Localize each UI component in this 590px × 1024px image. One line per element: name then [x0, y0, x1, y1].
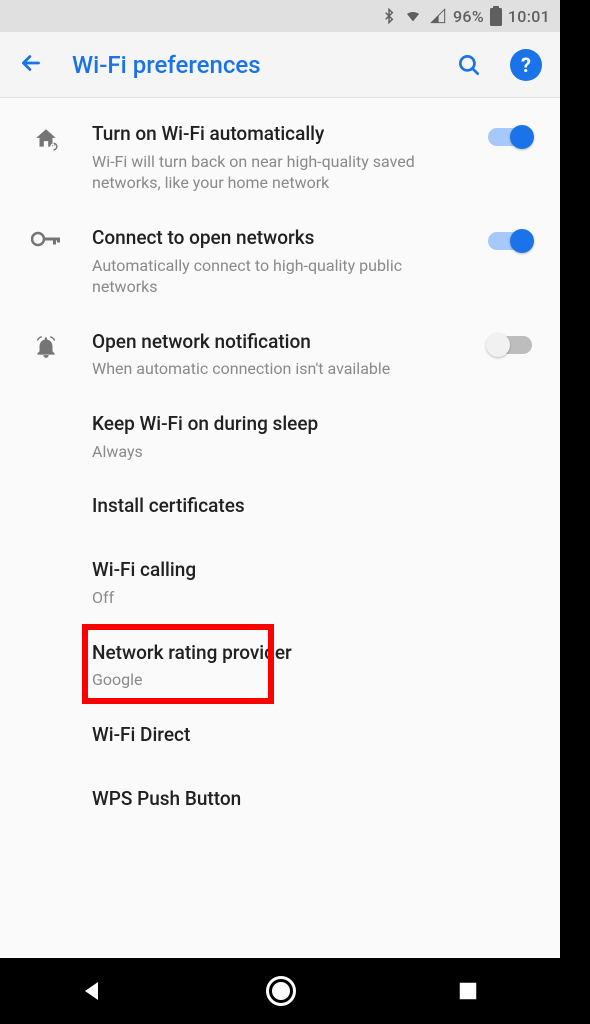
setting-title: Wi-Fi Direct [92, 723, 468, 748]
setting-title: Keep Wi-Fi on during sleep [92, 412, 468, 437]
setting-title: WPS Push Button [92, 787, 468, 812]
setting-subtitle: Google [92, 669, 468, 691]
open-notification-toggle[interactable] [488, 336, 532, 354]
setting-title: Install certificates [92, 494, 468, 519]
setting-title: Open network notification [92, 330, 468, 355]
setting-subtitle: Automatically connect to high-quality pu… [92, 255, 468, 298]
setting-subtitle: When automatic connection isn't availabl… [92, 358, 468, 380]
setting-open-notification[interactable]: Open network notification When automatic… [0, 314, 560, 396]
help-button[interactable]: ? [510, 49, 542, 81]
screenshot-right-black-edge [560, 0, 590, 1024]
system-nav-bar [0, 958, 560, 1024]
status-bar: 96% 10:01 [0, 0, 560, 32]
setting-rating-provider[interactable]: Network rating provider Google [0, 625, 560, 707]
setting-wps-push[interactable]: WPS Push Button [0, 771, 560, 835]
setting-wifi-calling[interactable]: Wi-Fi calling Off [0, 542, 560, 624]
setting-title: Connect to open networks [92, 226, 468, 251]
key-icon [0, 226, 92, 248]
device-frame: 96% 10:01 Wi-Fi preferences ? Turn on Wi… [0, 0, 560, 1024]
setting-subtitle: Wi-Fi will turn back on near high-qualit… [92, 151, 468, 194]
setting-title: Network rating provider [92, 641, 468, 666]
connect-open-toggle[interactable] [488, 232, 532, 250]
app-bar: Wi-Fi preferences ? [0, 32, 560, 98]
settings-list: Turn on Wi-Fi automatically Wi-Fi will t… [0, 98, 560, 958]
bell-icon [0, 330, 92, 360]
home-icon [0, 122, 92, 152]
wifi-icon [403, 8, 423, 24]
cell-signal-icon [429, 8, 447, 24]
setting-wifi-direct[interactable]: Wi-Fi Direct [0, 707, 560, 771]
nav-recents-button[interactable] [457, 980, 479, 1002]
setting-connect-open[interactable]: Connect to open networks Automatically c… [0, 210, 560, 314]
setting-auto-wifi[interactable]: Turn on Wi-Fi automatically Wi-Fi will t… [0, 106, 560, 210]
battery-percent: 96% [453, 7, 484, 26]
nav-home-button[interactable] [266, 976, 296, 1006]
setting-subtitle: Off [92, 587, 468, 609]
back-button[interactable] [18, 50, 44, 80]
setting-subtitle: Always [92, 441, 468, 463]
setting-keep-wifi-sleep[interactable]: Keep Wi-Fi on during sleep Always [0, 396, 560, 478]
page-title: Wi-Fi preferences [72, 51, 428, 79]
auto-wifi-toggle[interactable] [488, 128, 532, 146]
setting-title: Wi-Fi calling [92, 558, 468, 583]
setting-install-certificates[interactable]: Install certificates [0, 478, 560, 542]
search-button[interactable] [456, 52, 482, 78]
battery-icon [490, 6, 502, 26]
clock: 10:01 [508, 7, 550, 26]
bluetooth-icon [381, 7, 397, 25]
setting-title: Turn on Wi-Fi automatically [92, 122, 468, 147]
nav-back-button[interactable] [81, 979, 105, 1003]
